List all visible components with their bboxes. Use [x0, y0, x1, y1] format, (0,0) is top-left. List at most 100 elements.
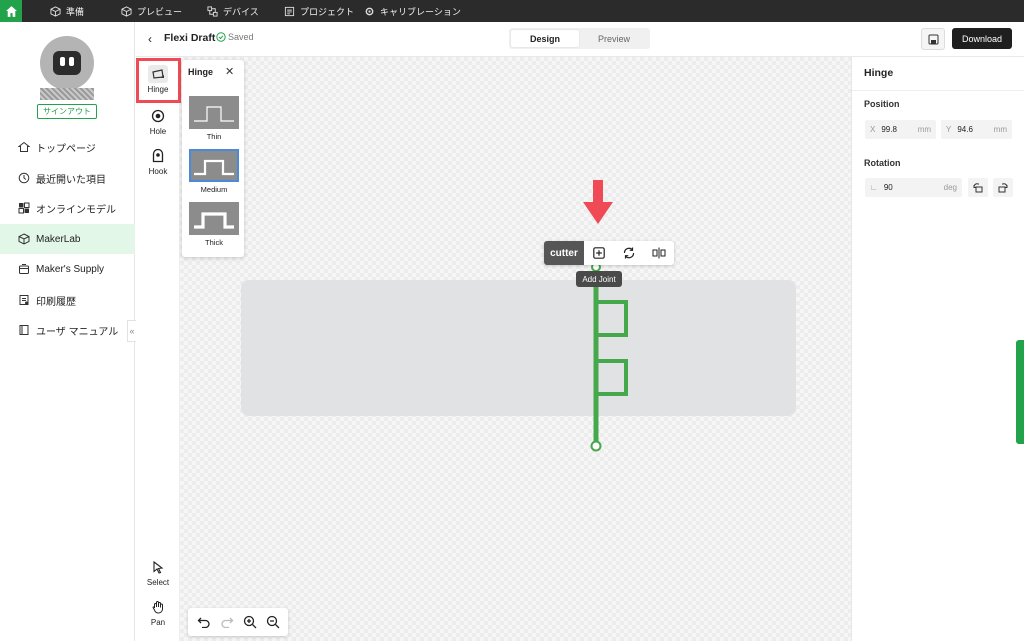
hinge-option-label: Thick — [205, 238, 223, 247]
tool-hole[interactable]: Hole — [136, 107, 180, 136]
clock-icon — [18, 172, 30, 184]
sidebar-item-makers-supply[interactable]: Maker's Supply — [0, 254, 135, 284]
properties-panel: Hinge Position X 99.8 mm Y 94.6 mm Rotat… — [851, 57, 1024, 641]
hinge-option-thick[interactable]: Thick — [188, 202, 240, 247]
hinge-option-label: Thin — [206, 132, 222, 141]
position-x-field[interactable]: X 99.8 mm — [865, 120, 936, 139]
calibration-icon — [365, 7, 374, 15]
hinge-option-medium[interactable]: Medium — [188, 149, 240, 194]
sidebar-item-label: 最近開いた項目 — [36, 174, 106, 186]
hinge-joint-upper[interactable] — [596, 300, 628, 337]
close-icon[interactable]: ✕ — [225, 65, 234, 78]
username-blurred — [40, 88, 94, 100]
hinge-option-thin[interactable]: Thin — [188, 96, 240, 141]
undo-button[interactable] — [197, 616, 211, 628]
cutter-end-handle[interactable] — [590, 440, 602, 452]
sidebar-item-top-page[interactable]: トップページ — [0, 132, 135, 162]
menu-preview-label: プレビュー — [137, 6, 183, 17]
hinge-tool-highlight — [136, 58, 181, 103]
tool-strip: Hinge Hole Hook Select Pan — [136, 57, 180, 641]
y-prefix: Y — [946, 125, 952, 134]
history-icon — [19, 295, 29, 305]
menu-calibration[interactable]: キャリブレーション — [364, 0, 461, 22]
tool-pan[interactable]: Pan — [136, 598, 180, 627]
cursor-arrow-icon — [148, 558, 168, 576]
y-unit: mm — [993, 125, 1007, 134]
rotation-unit: deg — [943, 183, 957, 192]
rotate-left-button[interactable] — [968, 178, 988, 197]
divider — [852, 90, 1024, 91]
tool-hook[interactable]: Hook — [136, 147, 180, 176]
sidebar-item-label: 印刷履歴 — [36, 296, 76, 308]
book-icon — [19, 325, 29, 335]
zoom-out-button[interactable] — [266, 615, 280, 629]
sidebar-item-user-manual[interactable]: ユーザ マニュアル — [0, 315, 135, 345]
save-file-button[interactable] — [921, 28, 945, 50]
sidebar-item-recent[interactable]: 最近開いた項目 — [0, 163, 135, 193]
tab-preview[interactable]: Preview — [580, 30, 648, 47]
devices-icon — [207, 5, 218, 17]
hole-icon — [148, 107, 168, 125]
hinge-options-panel: Hinge ✕ Thin Medium Thick — [182, 60, 244, 257]
hook-icon — [148, 147, 168, 165]
rotate-right-icon — [998, 182, 1008, 192]
mirror-button[interactable] — [644, 241, 674, 265]
redo-icon — [220, 617, 233, 628]
download-button[interactable]: Download — [952, 28, 1012, 49]
signout-button[interactable]: サインアウト — [37, 104, 97, 119]
zoom-in-button[interactable] — [243, 615, 257, 629]
redo-button[interactable] — [220, 616, 234, 628]
canvas-controls — [188, 608, 288, 636]
editor-header: ‹ Flexi Draft Saved Design Preview Downl… — [136, 22, 1024, 57]
cutter-toolbar: cutter — [544, 241, 674, 265]
save-icon — [928, 34, 938, 44]
menu-devices-label: デバイス — [223, 6, 259, 17]
add-joint-button[interactable] — [584, 241, 614, 265]
sidebar-item-online-models[interactable]: オンラインモデル — [0, 193, 135, 223]
view-mode-toggle: Design Preview — [509, 28, 650, 49]
robot-avatar-icon — [53, 51, 81, 75]
properties-title: Hinge — [864, 67, 894, 79]
sidebar-item-label: トップページ — [36, 143, 96, 155]
zoom-out-icon — [266, 615, 279, 629]
rotate-right-button[interactable] — [993, 178, 1013, 197]
sidebar-item-print-history[interactable]: 印刷履歴 — [0, 285, 135, 315]
position-y-field[interactable]: Y 94.6 mm — [941, 120, 1012, 139]
feedback-side-tab[interactable] — [1016, 340, 1024, 444]
sidebar-item-label: ユーザ マニュアル — [36, 326, 119, 338]
avatar[interactable] — [40, 36, 94, 90]
rotation-label: Rotation — [864, 158, 901, 168]
left-sidebar: サインアウト トップページ 最近開いた項目 オンラインモデル MakerLab … — [0, 22, 137, 641]
menu-preview[interactable]: プレビュー — [121, 0, 182, 22]
add-square-icon — [593, 247, 605, 259]
sidebar-item-label: MakerLab — [36, 233, 81, 245]
x-unit: mm — [917, 125, 931, 134]
saved-status: Saved — [216, 32, 254, 42]
undo-icon — [197, 617, 210, 628]
top-menu-bar: 準備 プレビュー デバイス プロジェクト キャリブレーション — [0, 0, 1024, 22]
design-canvas[interactable]: cutter Add Joint — [180, 57, 851, 641]
tool-hole-label: Hole — [149, 127, 167, 136]
menu-project[interactable]: プロジェクト — [284, 0, 354, 22]
cube-icon — [121, 5, 132, 17]
hinge-option-label: Medium — [200, 185, 228, 194]
rotation-field[interactable]: ∟ 90 deg — [865, 178, 962, 197]
rotate-button[interactable] — [614, 241, 644, 265]
rotation-value: 90 — [883, 183, 893, 192]
sidebar-item-makerlab[interactable]: MakerLab — [0, 224, 135, 254]
back-button[interactable]: ‹ — [148, 32, 152, 46]
hand-icon — [148, 598, 168, 616]
menu-calibration-label: キャリブレーション — [380, 6, 461, 17]
x-prefix: X — [870, 125, 876, 134]
hinge-thick-thumbnail — [189, 202, 239, 235]
home-button[interactable] — [0, 0, 22, 22]
tab-design[interactable]: Design — [511, 30, 579, 47]
hinge-joint-lower[interactable] — [596, 359, 628, 396]
menu-project-label: プロジェクト — [300, 6, 355, 17]
menu-devices[interactable]: デバイス — [207, 0, 259, 22]
position-label: Position — [864, 99, 900, 109]
add-joint-tooltip: Add Joint — [576, 271, 622, 287]
tool-select[interactable]: Select — [136, 558, 180, 587]
tool-pan-label: Pan — [150, 618, 166, 627]
menu-prepare[interactable]: 準備 — [50, 0, 84, 22]
